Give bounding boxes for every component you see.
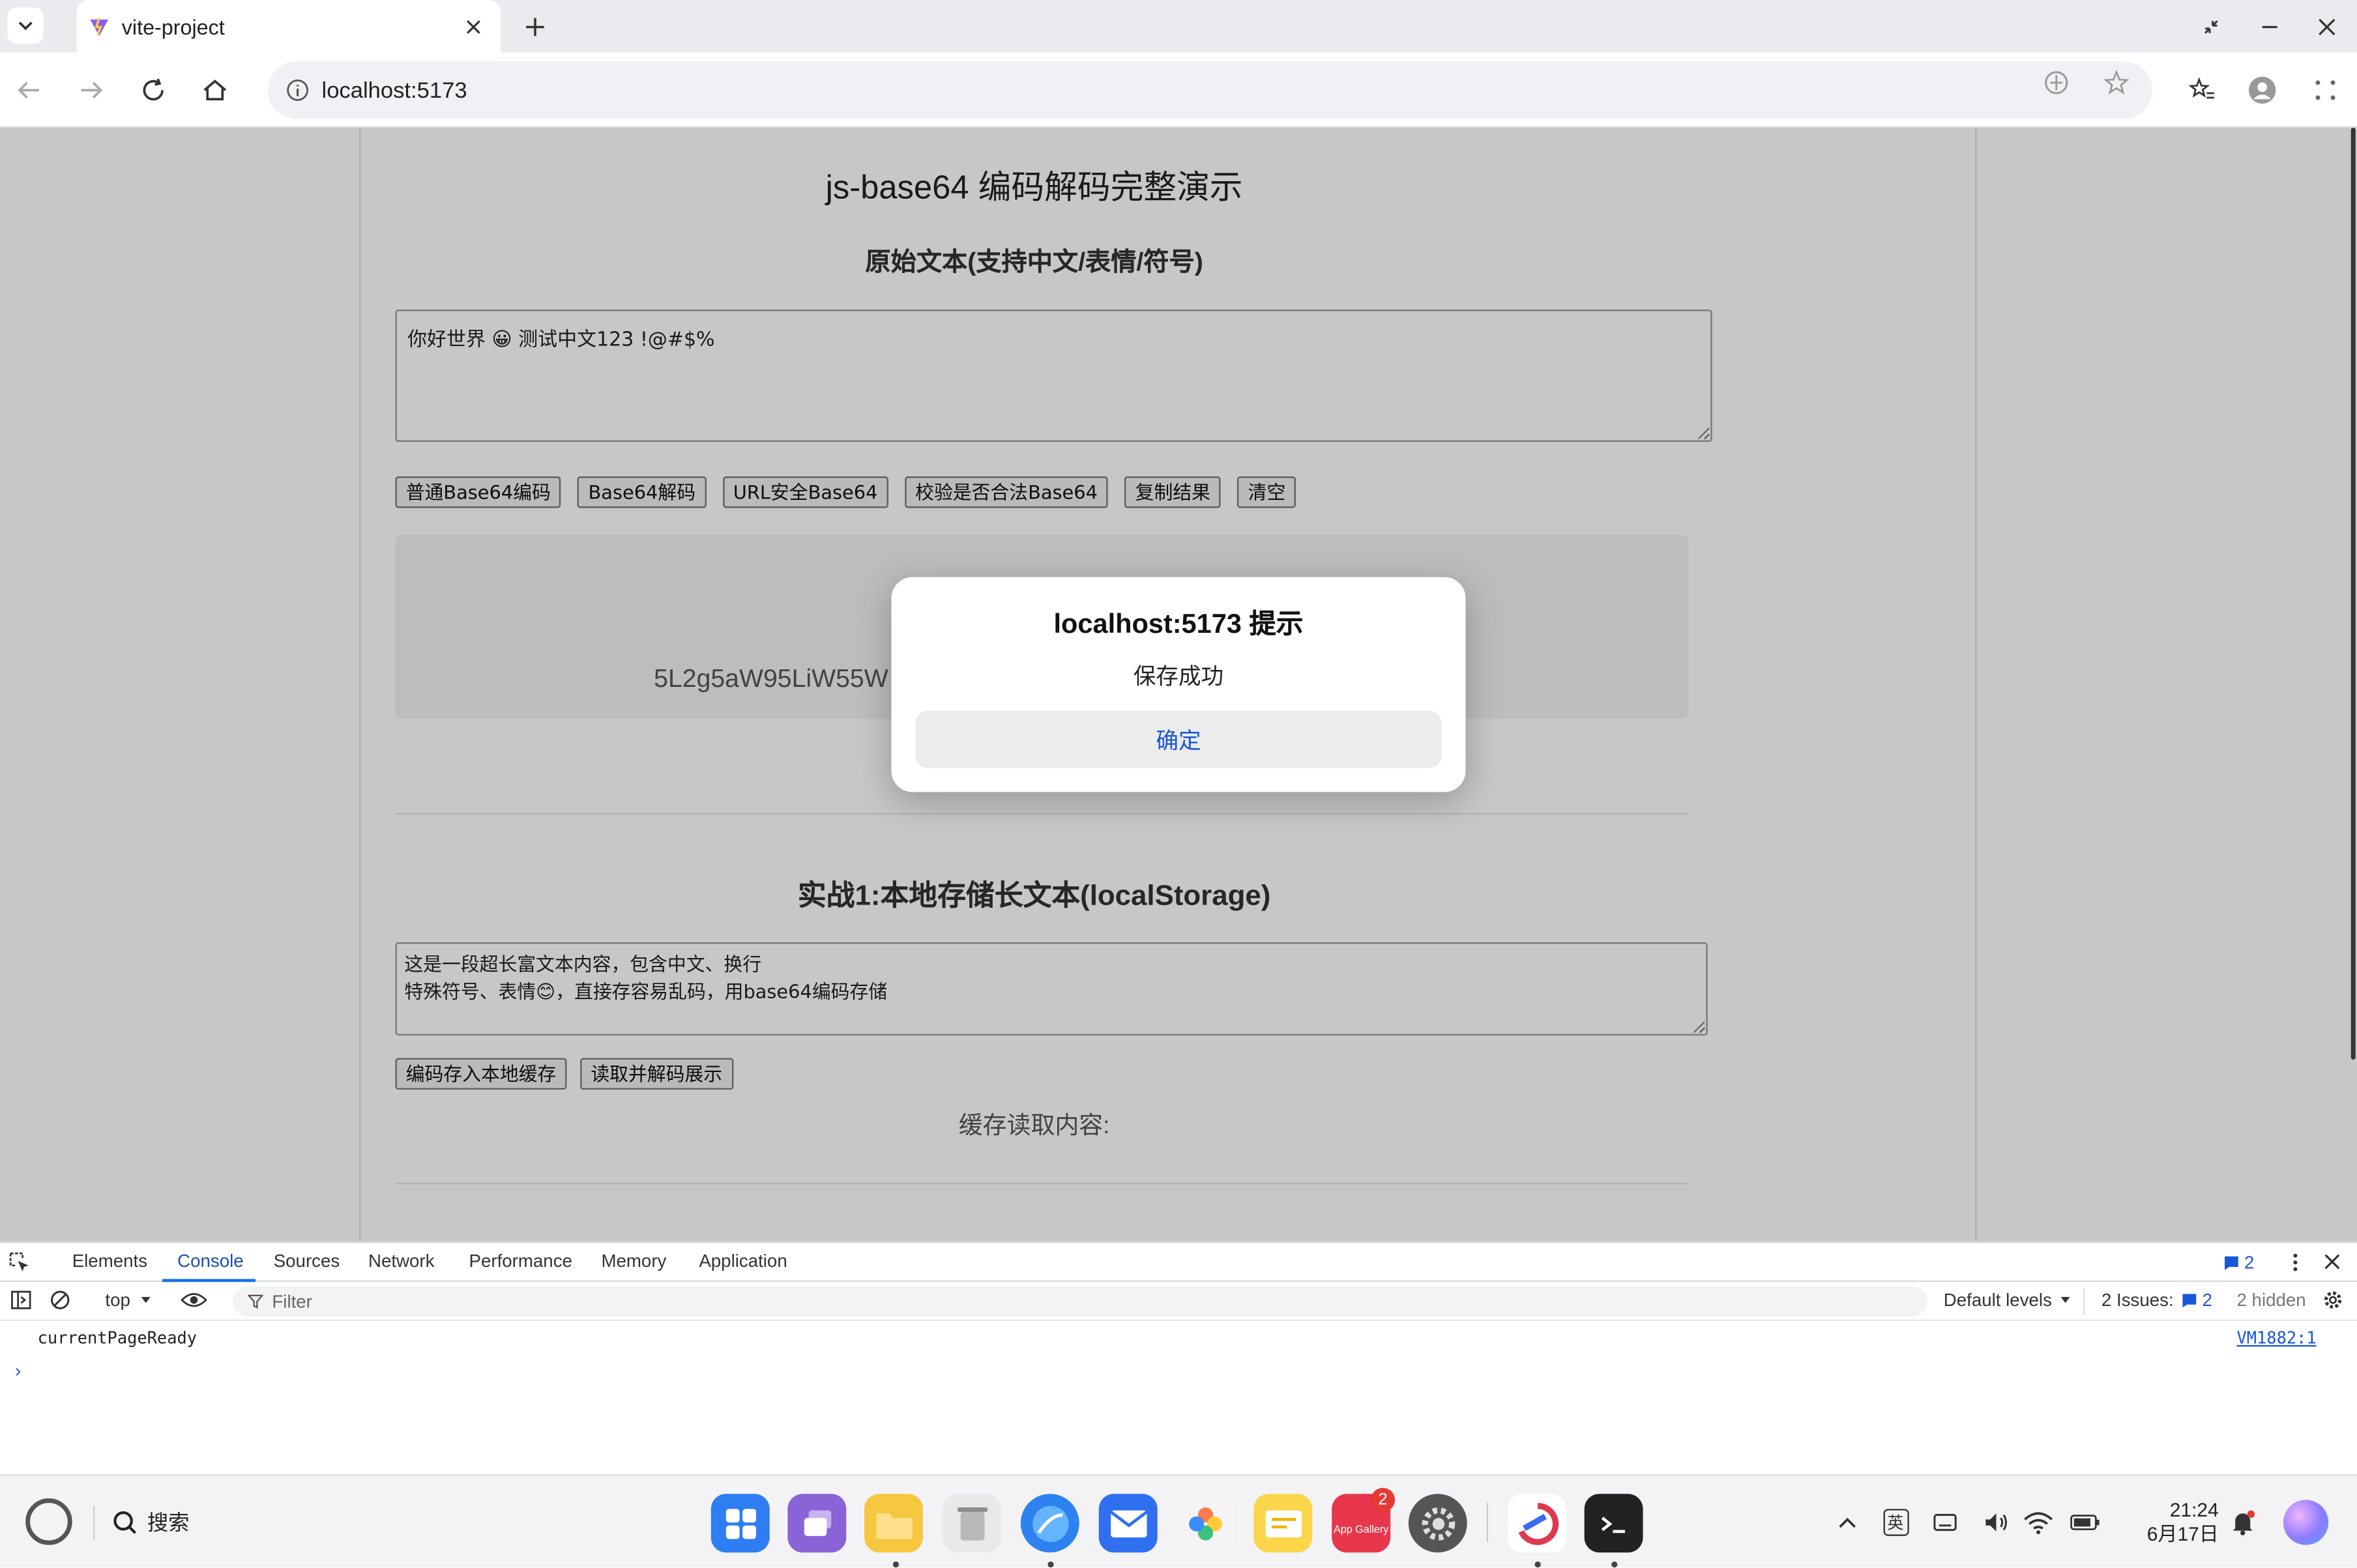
taskbar-divider <box>93 1505 95 1539</box>
back-icon[interactable] <box>12 74 45 107</box>
profile-avatar-icon[interactable] <box>2247 75 2277 105</box>
running-indicator <box>1534 1561 1541 1568</box>
clear-console-icon[interactable] <box>50 1290 70 1318</box>
live-expression-eye-icon[interactable] <box>181 1290 208 1318</box>
vite-favicon-icon <box>90 16 109 36</box>
issues-link[interactable]: 2 Issues: 2 <box>2101 1290 2212 1311</box>
app-launcher-icon[interactable] <box>710 1494 770 1553</box>
tab-title: vite-project <box>121 14 225 38</box>
filter-icon <box>248 1294 263 1309</box>
wifi-icon[interactable] <box>2023 1507 2053 1537</box>
home-icon[interactable] <box>198 74 231 107</box>
minimize-window-icon[interactable] <box>2255 12 2285 42</box>
tab-network[interactable]: Network <box>368 1251 435 1271</box>
browser-icon[interactable] <box>1020 1494 1079 1553</box>
os-taskbar: 搜索 App Gallery 英 21:24 6月17日 <box>0 1474 2357 1568</box>
mail-icon[interactable] <box>1098 1494 1158 1553</box>
tab-console[interactable]: Console <box>177 1251 244 1271</box>
devtools-close-icon[interactable] <box>2322 1252 2342 1279</box>
inspect-element-icon[interactable] <box>9 1252 30 1281</box>
site-info-icon[interactable] <box>285 78 310 102</box>
address-bar[interactable]: localhost:5173 <box>267 61 2153 119</box>
search-icon <box>113 1511 137 1534</box>
log-levels-dropdown[interactable]: Default levels <box>1944 1290 2072 1311</box>
close-window-icon[interactable] <box>2312 12 2342 42</box>
browser-tab[interactable]: vite-project <box>76 0 501 53</box>
console-settings-gear-icon[interactable] <box>2322 1290 2343 1318</box>
multitask-icon[interactable] <box>787 1494 847 1553</box>
dialog-title: localhost:5173 提示 <box>1053 608 1304 639</box>
tab-close-icon[interactable] <box>461 14 486 38</box>
volume-icon[interactable] <box>1981 1507 2011 1537</box>
photos-icon[interactable] <box>1175 1494 1235 1553</box>
notification-bell-icon[interactable] <box>2228 1507 2258 1537</box>
hidden-messages-count: 2 hidden <box>2236 1289 2306 1311</box>
running-indicator <box>892 1561 900 1568</box>
extensions-icon[interactable] <box>2310 75 2340 105</box>
devtools-more-icon[interactable] <box>2287 1252 2305 1281</box>
scrollbar-thumb[interactable] <box>2350 128 2356 1060</box>
trash-icon[interactable] <box>942 1494 1001 1553</box>
tab-memory[interactable]: Memory <box>601 1251 666 1271</box>
context-selector[interactable]: top <box>105 1290 151 1311</box>
clock-time: 21:24 <box>2169 1498 2219 1521</box>
devtools-app-icon[interactable] <box>1508 1494 1566 1553</box>
alert-dialog: localhost:5173 提示 保存成功 确定 <box>891 577 1466 792</box>
console-log-message: currentPageReady <box>37 1328 198 1348</box>
tray-expand-chevron-icon[interactable] <box>1832 1507 1862 1537</box>
new-tab-icon[interactable] <box>520 12 550 42</box>
ime-indicator[interactable]: 英 <box>1881 1507 1910 1537</box>
taskbar-search[interactable]: 搜索 <box>111 1507 190 1537</box>
console-toolbar: top Filter Default levels 2 Issues: 2 2 … <box>0 1282 2357 1322</box>
taskbar-divider <box>1486 1503 1489 1543</box>
taskbar-clock[interactable]: 21:24 6月17日 <box>2135 1498 2219 1546</box>
tab-strip: vite-project <box>0 0 2357 53</box>
tab-performance[interactable]: Performance <box>469 1251 572 1271</box>
console-log-source-link[interactable]: VM1882:1 <box>2236 1329 2316 1348</box>
browser-toolbar: localhost:5173 <box>0 52 2357 128</box>
tab-search-dropdown-icon[interactable] <box>7 7 44 44</box>
dialog-message: 保存成功 <box>1133 664 1224 690</box>
chevron-down-icon <box>141 1297 150 1303</box>
terminal-icon[interactable] <box>1584 1494 1643 1553</box>
restore-window-icon[interactable] <box>2196 12 2226 42</box>
url-text: localhost:5173 <box>321 77 467 103</box>
devtools-tab-bar: Elements Console Sources Network Perform… <box>0 1243 2357 1283</box>
assistant-orb-icon[interactable] <box>2283 1500 2329 1545</box>
message-icon <box>2225 1255 2238 1270</box>
keyboard-icon[interactable] <box>1930 1507 1960 1537</box>
tab-application[interactable]: Application <box>699 1251 787 1271</box>
chevron-down-icon <box>2060 1297 2070 1303</box>
sidebar-toggle-icon[interactable] <box>10 1290 31 1318</box>
start-menu-icon[interactable] <box>25 1498 72 1545</box>
app-gallery-badge: 2 <box>1371 1488 1396 1512</box>
clock-date: 6月17日 <box>2146 1522 2219 1545</box>
favorites-icon[interactable] <box>2187 75 2217 105</box>
bookmark-star-icon[interactable] <box>2101 68 2131 98</box>
notes-icon[interactable] <box>1253 1494 1313 1553</box>
battery-icon[interactable] <box>2070 1507 2100 1537</box>
console-prompt-icon[interactable]: › <box>15 1360 21 1381</box>
reload-icon[interactable] <box>137 74 170 107</box>
issues-counter[interactable]: 2 <box>2223 1252 2254 1273</box>
dialog-ok-button[interactable]: 确定 <box>915 710 1442 768</box>
settings-gear-icon[interactable] <box>1408 1494 1467 1553</box>
translate-icon[interactable] <box>2042 68 2072 98</box>
forward-icon[interactable] <box>75 74 108 107</box>
toolbar-divider <box>2083 1288 2085 1315</box>
tab-sources[interactable]: Sources <box>274 1251 340 1271</box>
running-indicator <box>1611 1561 1618 1568</box>
console-filter-input[interactable]: Filter <box>233 1286 1927 1317</box>
running-indicator <box>1047 1561 1054 1568</box>
message-icon <box>2182 1293 2197 1307</box>
tab-elements[interactable]: Elements <box>72 1251 147 1271</box>
page-scrollbar[interactable] <box>2350 128 2357 1241</box>
devtools-panel: Elements Console Sources Network Perform… <box>0 1241 2357 1475</box>
files-folder-icon[interactable] <box>864 1494 923 1553</box>
